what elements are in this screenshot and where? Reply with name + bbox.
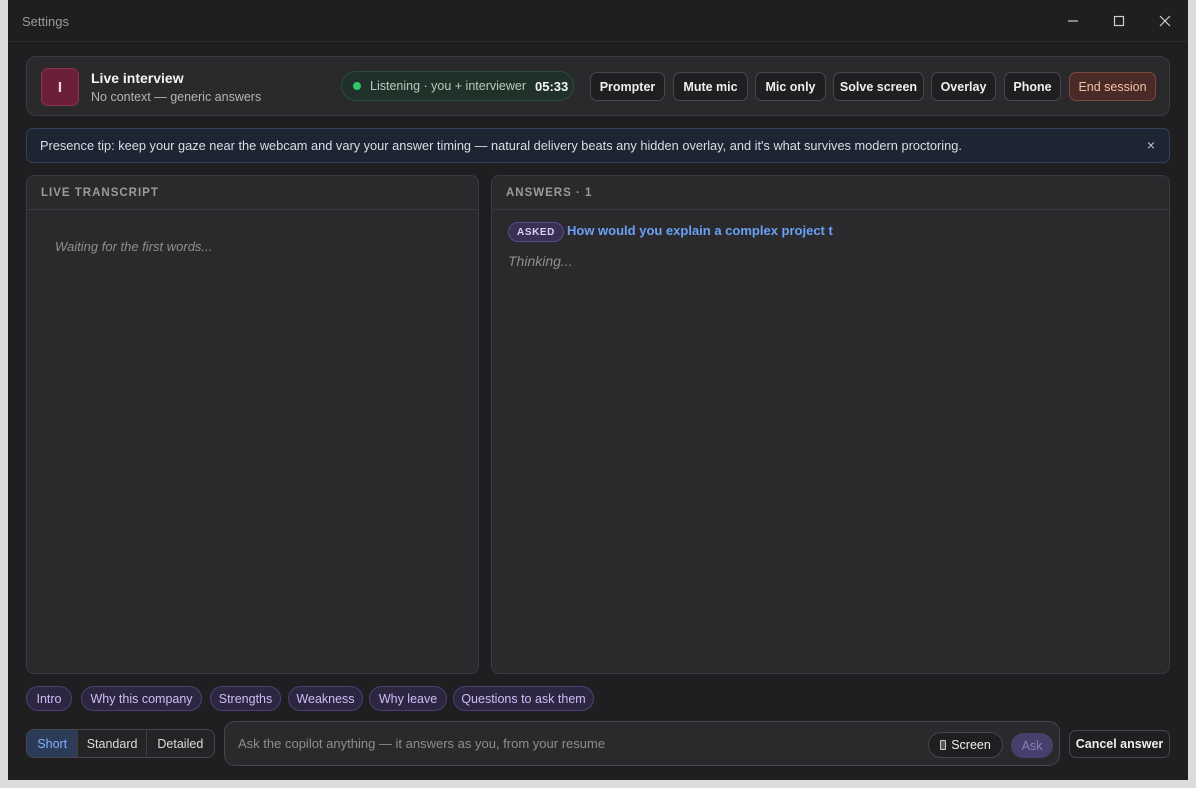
ask-button[interactable]: Ask (1011, 733, 1053, 758)
chip-strengths[interactable]: Strengths (210, 686, 281, 711)
phone-button[interactable]: Phone (1004, 72, 1061, 101)
maximize-icon (1113, 15, 1125, 27)
app-window: Settings I Live interview No context — g… (8, 0, 1188, 780)
transcript-placeholder: Waiting for the first words... (55, 239, 213, 254)
answers-heading: ANSWERS · 1 (492, 176, 1169, 210)
screen-button-label: Screen (951, 738, 991, 752)
answer-status: Thinking... (508, 253, 573, 269)
length-short-button[interactable]: Short (27, 730, 79, 757)
overlay-button[interactable]: Overlay (931, 72, 996, 101)
session-title: Live interview (91, 70, 184, 86)
prompter-button[interactable]: Prompter (590, 72, 665, 101)
session-timer: 05:33 (534, 78, 569, 94)
title-bar: Settings (8, 0, 1188, 42)
asked-question: How would you explain a complex project … (567, 223, 833, 238)
answer-length-toggle: Short Standard Detailed (26, 729, 215, 758)
close-window-button[interactable] (1152, 8, 1178, 34)
close-icon (1159, 15, 1171, 27)
chip-why-leave[interactable]: Why leave (369, 686, 447, 711)
window-title: Settings (22, 14, 69, 29)
mute-mic-button[interactable]: Mute mic (673, 72, 748, 101)
transcript-heading: LIVE TRANSCRIPT (27, 176, 478, 210)
minimize-button[interactable] (1060, 8, 1086, 34)
chip-questions-to-ask[interactable]: Questions to ask them (453, 686, 594, 711)
status-label: Listening · you + interviewer (370, 79, 526, 93)
avatar: I (41, 68, 79, 106)
phone-screen-icon (940, 740, 947, 750)
close-tip-icon[interactable]: × (1147, 137, 1155, 153)
cancel-answer-button[interactable]: Cancel answer (1069, 730, 1170, 758)
length-standard-button[interactable]: Standard (78, 730, 147, 757)
tip-text: Presence tip: keep your gaze near the we… (40, 138, 962, 153)
answers-panel: ANSWERS · 1 ASKED How would you explain … (491, 175, 1170, 674)
ask-input[interactable]: Ask the copilot anything — it answers as… (238, 736, 605, 751)
session-header: I Live interview No context — generic an… (26, 56, 1170, 116)
transcript-panel: LIVE TRANSCRIPT Waiting for the first wo… (26, 175, 479, 674)
status-dot-icon (353, 82, 361, 90)
asked-badge: ASKED (508, 222, 565, 242)
presence-tip-banner: Presence tip: keep your gaze near the we… (26, 128, 1170, 163)
ask-composer: Ask the copilot anything — it answers as… (224, 721, 1060, 766)
solve-screen-button[interactable]: Solve screen (833, 72, 924, 101)
minimize-icon (1068, 20, 1078, 22)
mic-only-button[interactable]: Mic only (755, 72, 826, 101)
maximize-button[interactable] (1106, 8, 1132, 34)
chip-weakness[interactable]: Weakness (288, 686, 363, 711)
session-subtitle: No context — generic answers (91, 90, 262, 104)
end-session-button[interactable]: End session (1069, 72, 1156, 101)
chip-why-this-company[interactable]: Why this company (81, 686, 202, 711)
listening-status: Listening · you + interviewer 05:33 (341, 71, 574, 101)
screen-button[interactable]: Screen (928, 732, 1003, 758)
length-detailed-button[interactable]: Detailed (147, 730, 214, 757)
chip-intro[interactable]: Intro (26, 686, 72, 711)
